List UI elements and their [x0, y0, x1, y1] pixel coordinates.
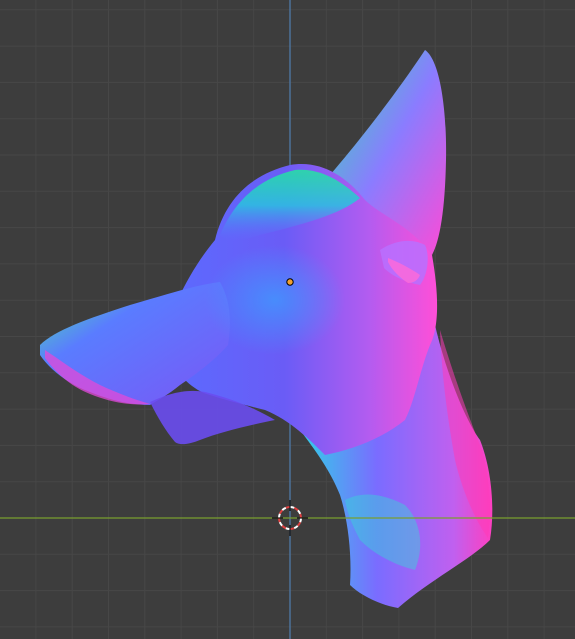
- normal-shaded-mesh[interactable]: [40, 50, 493, 608]
- object-origin-dot[interactable]: [286, 278, 294, 286]
- mesh-cheek-shade: [205, 245, 345, 355]
- viewport-canvas[interactable]: [0, 0, 575, 639]
- 3d-viewport[interactable]: [0, 0, 575, 639]
